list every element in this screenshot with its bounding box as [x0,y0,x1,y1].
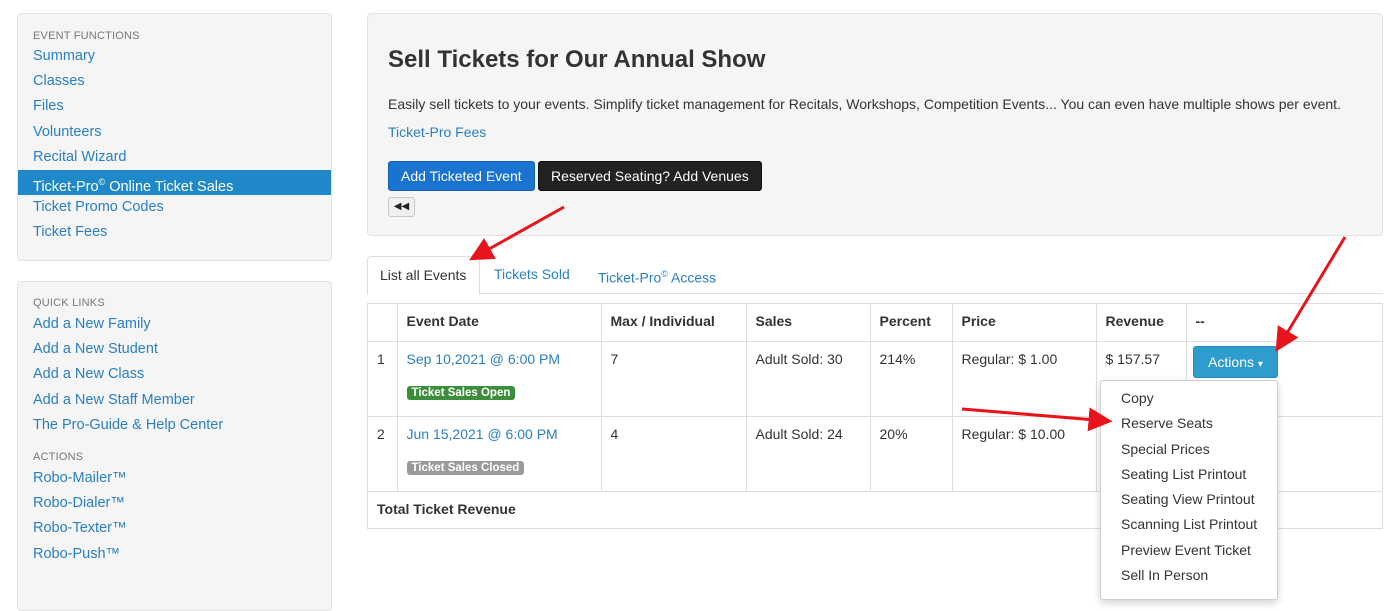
event-date-cell: Jun 15,2021 @ 6:00 PM Ticket Sales Close… [396,416,601,492]
nav-label: Ticket-Pro [33,178,99,195]
status-badge: Ticket Sales Open [406,385,516,400]
quick-links-panel: QUICK LINKS Add a New Family Add a New S… [17,281,332,611]
event-date-link[interactable]: Jun 15,2021 @ 6:00 PM [407,426,558,442]
add-ticketed-event-button[interactable]: Add Ticketed Event [388,161,535,191]
row-number: 1 [368,341,397,417]
menu-item-sell-in-person[interactable]: Sell In Person [1101,563,1277,588]
sidebar-item-summary[interactable]: Summary [18,44,331,69]
sidebar-item-ticket-promo-codes[interactable]: Ticket Promo Codes [18,195,331,220]
ticket-pro-fees-link[interactable]: Ticket-Pro Fees [388,124,486,140]
actions-label: Actions [1208,354,1254,370]
action-robo-texter[interactable]: Robo-Texter™ [18,516,331,541]
event-functions-panel: EVENT FUNCTIONS Summary Classes Files Vo… [17,13,332,261]
quick-links-heading: QUICK LINKS [33,297,105,309]
quick-link-add-class[interactable]: Add a New Class [18,362,331,387]
add-venues-button[interactable]: Reserved Seating? Add Venues [538,161,762,191]
col-header-revenue: Revenue [1095,304,1186,342]
tab-ticket-pro-access[interactable]: Ticket-Pro© Access [598,256,716,294]
menu-item-special-prices[interactable]: Special Prices [1101,437,1277,462]
sidebar-item-files[interactable]: Files [18,94,331,119]
page-description: Easily sell tickets to your events. Simp… [388,96,1341,112]
action-robo-push[interactable]: Robo-Push™ [18,542,331,567]
action-robo-dialer[interactable]: Robo-Dialer™ [18,491,331,516]
col-header-max-individual: Max / Individual [600,304,746,342]
event-functions-heading: EVENT FUNCTIONS [33,30,140,42]
quick-link-add-staff[interactable]: Add a New Staff Member [18,388,331,413]
row-number: 2 [368,416,397,492]
menu-item-copy[interactable]: Copy [1101,386,1277,411]
col-header-event-date: Event Date [396,304,601,342]
tab-tickets-sold[interactable]: Tickets Sold [494,256,570,294]
col-header-actions: -- [1185,304,1382,342]
price-cell: Regular: $ 10.00 [951,416,1096,492]
copyright-mark: © [661,269,668,279]
table-header-row: Event Date Max / Individual Sales Percen… [368,304,1382,342]
tabs-bar: List all Events Tickets Sold Ticket-Pro©… [367,256,1383,295]
menu-item-seating-list-printout[interactable]: Seating List Printout [1101,462,1277,487]
page-title: Sell Tickets for Our Annual Show [388,46,766,73]
tab-label: Ticket-Pro [598,269,662,286]
menu-item-seating-view-printout[interactable]: Seating View Printout [1101,487,1277,512]
quick-link-help-center[interactable]: The Pro-Guide & Help Center [18,413,331,438]
tab-list-all-events[interactable]: List all Events [367,256,480,295]
event-date-link[interactable]: Sep 10,2021 @ 6:00 PM [407,351,561,367]
menu-item-reserve-seats[interactable]: Reserve Seats [1101,411,1277,436]
percent-cell: 214% [869,341,952,417]
caret-down-icon: ▾ [1257,359,1263,370]
rewind-icon: ◀◀ [393,201,410,212]
percent-cell: 20% [869,416,952,492]
event-date-cell: Sep 10,2021 @ 6:00 PM Ticket Sales Open [396,341,601,417]
col-header-sales: Sales [745,304,870,342]
action-robo-mailer[interactable]: Robo-Mailer™ [18,466,331,491]
tab-label-suffix: Access [667,269,717,286]
quick-link-add-student[interactable]: Add a New Student [18,337,331,362]
sales-cell: Adult Sold: 24 [745,416,870,492]
nav-label-suffix: Online Ticket Sales [105,178,234,195]
sidebar-item-classes[interactable]: Classes [18,69,331,94]
max-individual-cell: 4 [600,416,746,492]
sidebar-item-recital-wizard[interactable]: Recital Wizard [18,145,331,170]
header-panel: Sell Tickets for Our Annual Show Easily … [367,13,1383,236]
menu-item-scanning-list-printout[interactable]: Scanning List Printout [1101,512,1277,537]
sidebar-item-ticket-pro-online-sales[interactable]: Ticket-Pro© Online Ticket Sales [18,169,331,196]
col-header-index [368,304,397,342]
col-header-price: Price [951,304,1096,342]
actions-dropdown-menu: Copy Reserve Seats Special Prices Seatin… [1100,380,1278,600]
sidebar-item-volunteers[interactable]: Volunteers [18,120,331,145]
quick-link-add-family[interactable]: Add a New Family [18,312,331,337]
menu-item-preview-event-ticket[interactable]: Preview Event Ticket [1101,538,1277,563]
back-button[interactable]: ◀◀ [388,197,415,217]
max-individual-cell: 7 [600,341,746,417]
actions-heading: ACTIONS [33,450,84,463]
col-header-percent: Percent [869,304,952,342]
sales-cell: Adult Sold: 30 [745,341,870,417]
status-badge: Ticket Sales Closed [406,460,525,475]
price-cell: Regular: $ 1.00 [951,341,1096,417]
actions-button[interactable]: Actions ▾ [1193,346,1278,378]
sidebar-item-ticket-fees[interactable]: Ticket Fees [18,220,331,245]
